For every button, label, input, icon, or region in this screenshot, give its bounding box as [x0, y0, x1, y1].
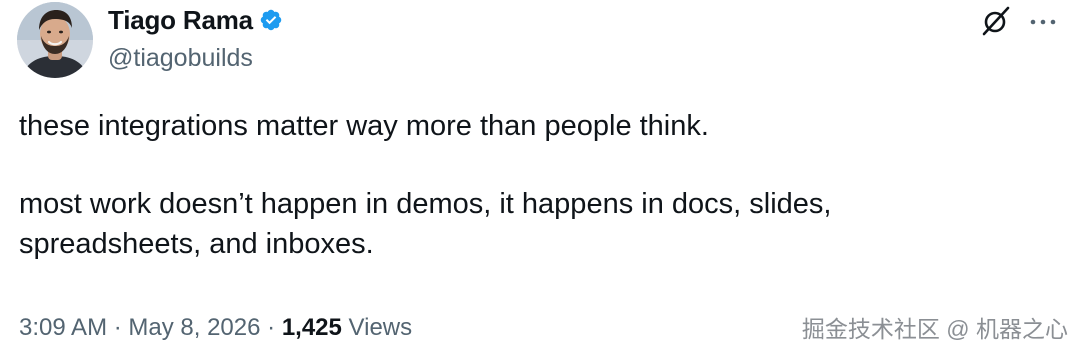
- tweet-paragraph: these integrations matter way more than …: [19, 110, 709, 142]
- tweet-card: Tiago Rama @tiagobuilds these integratio…: [0, 0, 1080, 357]
- views-count: 1,425: [281, 314, 342, 341]
- watermark: 掘金技术社区 @ 机器之心: [801, 316, 1068, 342]
- meta-separator: ·: [260, 314, 282, 341]
- author-name-row: Tiago Rama: [108, 4, 283, 36]
- tweet-paragraph: most work doesn’t happen in demos, it ha…: [19, 188, 832, 260]
- tweet-date[interactable]: May 8, 2026: [128, 314, 260, 341]
- views-label: Views: [341, 314, 413, 341]
- grok-slash-circle-icon: [982, 6, 1010, 36]
- more-options-button[interactable]: [1028, 10, 1058, 34]
- avatar-image: [17, 2, 93, 78]
- author-handle[interactable]: @tiagobuilds: [108, 42, 253, 74]
- meta-separator: ·: [107, 314, 129, 341]
- tweet-text: these integrations matter way more than …: [19, 106, 1059, 264]
- avatar[interactable]: [17, 2, 93, 78]
- verified-badge-icon: [259, 8, 283, 32]
- more-horizontal-icon: [1030, 19, 1056, 25]
- grok-button[interactable]: [978, 2, 1012, 38]
- tweet-time[interactable]: 3:09 AM: [19, 314, 107, 341]
- author-display-name[interactable]: Tiago Rama: [108, 4, 253, 36]
- tweet-metadata: 3:09 AM · May 8, 2026 · 1,425 Views: [19, 310, 412, 346]
